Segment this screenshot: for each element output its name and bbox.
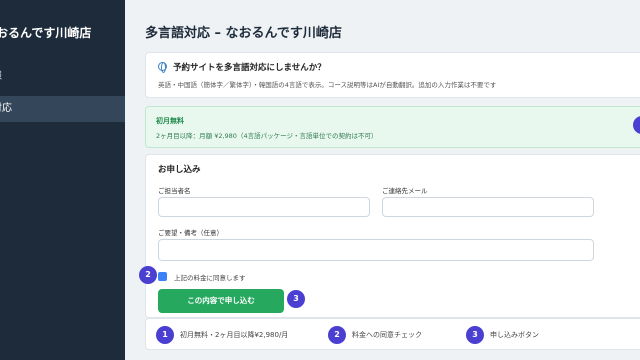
- sidebar: おるんです川崎店 報 対応: [0, 0, 125, 360]
- contact-name-label: ご担当者名: [158, 187, 191, 195]
- legend-text: 初月無料・2ヶ月目以降¥2,980/月: [180, 331, 289, 339]
- sidebar-item-multilingual[interactable]: 対応: [0, 96, 125, 122]
- promo-card: 初月無料 2ヶ月目以降：月額 ¥2,980（4言語パッケージ・言語単位での契約は…: [145, 106, 640, 148]
- contact-email-label: ご連絡先メール: [382, 187, 428, 195]
- store-brand: おるんです川崎店: [0, 26, 92, 40]
- legend-text: 料金への同意チェック: [352, 331, 422, 339]
- info-card: 予約サイトを多言語対応にしませんか？ 英語・中国語（簡体字／繁体字）・韓国語の4…: [145, 52, 640, 98]
- sidebar-item-label: 報: [0, 71, 2, 82]
- sidebar-item-label: 対応: [0, 103, 12, 114]
- info-description: 英語・中国語（簡体字／繁体字）・韓国語の4言語で表示。コース説明等はAIが自動翻…: [158, 81, 497, 89]
- legend-item-3: 3 申し込みボタン: [466, 326, 539, 344]
- steps-legend: 1 初月無料・2ヶ月目以降¥2,980/月 2 料金への同意チェック 3 申し込みボタ…: [145, 318, 640, 350]
- page-title: 多言語対応 – なおるんです川崎店: [145, 26, 342, 41]
- main-content: 多言語対応 – なおるんです川崎店 予約サイトを多言語対応にしませんか？ 英語・…: [125, 0, 640, 360]
- notes-label: ご要望・備考（任意）: [158, 229, 223, 237]
- legend-item-2: 2 料金への同意チェック: [328, 326, 422, 344]
- notes-input[interactable]: [158, 239, 594, 261]
- legend-badge: 3: [466, 326, 484, 344]
- promo-title: 初月無料: [156, 117, 184, 125]
- application-form: お申し込み ご担当者名 ご連絡先メール ご要望・備考（任意） 上記の料金に同意し…: [145, 154, 640, 318]
- step-badge-2: 2: [139, 266, 157, 284]
- contact-email-input[interactable]: [382, 197, 594, 217]
- info-title-text: 予約サイトを多言語対応にしませんか？: [173, 63, 326, 73]
- agree-checkbox[interactable]: [158, 272, 167, 281]
- form-title: お申し込み: [158, 165, 201, 175]
- legend-badge: 1: [156, 326, 174, 344]
- contact-name-input[interactable]: [158, 197, 370, 217]
- promo-description: 2ヶ月目以降：月額 ¥2,980（4言語パッケージ・言語単位での契約は不可）: [156, 132, 378, 140]
- submit-button[interactable]: この内容で申し込む: [158, 289, 284, 313]
- legend-item-1: 1 初月無料・2ヶ月目以降¥2,980/月: [156, 326, 288, 344]
- info-title: 予約サイトを多言語対応にしませんか？: [158, 61, 326, 73]
- globe-icon: [158, 62, 167, 73]
- agree-label: 上記の料金に同意します: [174, 274, 246, 282]
- legend-badge: 2: [328, 326, 346, 344]
- legend-text: 申し込みボタン: [490, 331, 539, 339]
- step-badge-3: 3: [287, 290, 305, 308]
- sidebar-item-info[interactable]: 報: [0, 64, 125, 90]
